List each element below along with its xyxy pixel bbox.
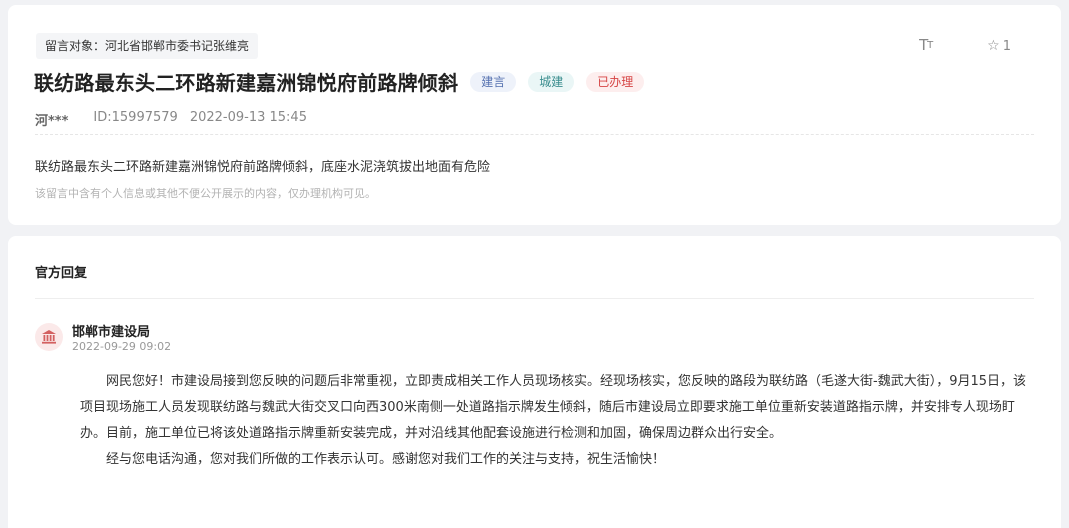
page-title: 联纺路最东头二环路新建嘉洲锦悦府前路牌倾斜 bbox=[34, 71, 459, 95]
reply-body: 网民您好！市建设局接到您反映的问题后非常重视，立即责成相关工作人员现场核实。经现… bbox=[80, 369, 1036, 473]
message-id: ID:15997579 bbox=[93, 110, 178, 125]
reply-paragraph: 网民您好！市建设局接到您反映的问题后非常重视，立即责成相关工作人员现场核实。经现… bbox=[80, 374, 1027, 441]
reply-datetime: 2022-09-29 09:02 bbox=[72, 340, 172, 353]
tag-urban-construction: 城建 bbox=[528, 71, 575, 92]
divider bbox=[35, 298, 1034, 299]
divider bbox=[35, 134, 1034, 135]
favorite-button[interactable]: ☆ 1 bbox=[987, 39, 1011, 54]
font-size-icon[interactable] bbox=[919, 36, 935, 54]
message-card: 留言对象：河北省邯郸市委书记张维亮 ☆ 1 联纺路最东头二环路新建嘉洲锦悦府前路… bbox=[8, 5, 1061, 225]
star-icon: ☆ bbox=[987, 38, 1000, 54]
message-target: 留言对象：河北省邯郸市委书记张维亮 bbox=[36, 33, 259, 59]
tag-suggestion: 建言 bbox=[470, 71, 517, 92]
toolbar: ☆ 1 bbox=[919, 36, 1011, 54]
message-datetime: 2022-09-13 15:45 bbox=[189, 110, 307, 125]
reply-paragraph: 经与您电话沟通，您对我们所做的工作表示认可。感谢您对我们工作的关注与支持，祝生活… bbox=[106, 452, 666, 467]
message-meta: 河*** ID:15997579 2022-09-13 15:45 bbox=[35, 110, 307, 129]
privacy-notice: 该留言中含有个人信息或其他不便公开展示的内容，仅办理机构可见。 bbox=[35, 187, 376, 200]
government-building-icon bbox=[42, 330, 56, 344]
author-name: 河*** bbox=[35, 114, 69, 129]
message-content: 联纺路最东头二环路新建嘉洲锦悦府前路牌倾斜，底座水泥浇筑拔出地面有危险 bbox=[35, 160, 491, 175]
reply-heading: 官方回复 bbox=[35, 266, 88, 281]
official-reply-card: 官方回复 邯郸市建设局 2022-09-29 09:02 网民您好！市建设局接到… bbox=[8, 236, 1061, 528]
favorite-count: 1 bbox=[1002, 38, 1011, 54]
avatar bbox=[35, 323, 63, 351]
status-badge: 已办理 bbox=[586, 71, 645, 92]
reply-org-name: 邯郸市建设局 bbox=[72, 325, 151, 340]
title-row: 联纺路最东头二环路新建嘉洲锦悦府前路牌倾斜 建言 城建 已办理 bbox=[34, 67, 645, 96]
